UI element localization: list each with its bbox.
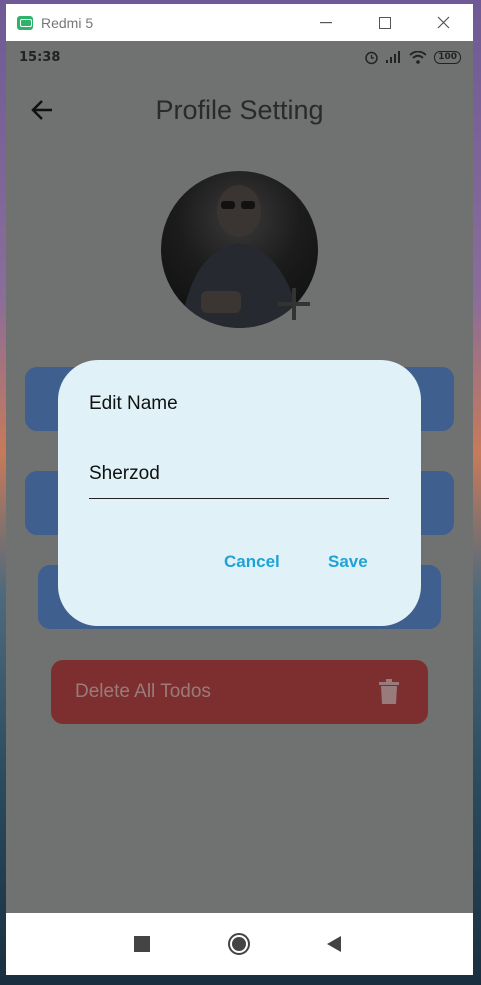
trash-icon: [379, 679, 399, 704]
window-titlebar: Redmi 5: [6, 4, 473, 41]
name-input[interactable]: [89, 450, 389, 499]
add-photo-plus-icon[interactable]: [276, 286, 312, 322]
status-time: 15:38: [19, 49, 61, 65]
close-icon: [437, 16, 449, 29]
maximize-button[interactable]: [362, 4, 408, 41]
alarm-icon: [365, 51, 378, 64]
wifi-icon: [409, 50, 427, 64]
page-title: Profile Setting: [155, 95, 324, 125]
close-button[interactable]: [420, 4, 466, 41]
battery-indicator: 100: [434, 50, 461, 64]
home-button[interactable]: [225, 930, 253, 958]
cancel-button[interactable]: Cancel: [224, 552, 280, 572]
status-bar: 15:38 100: [6, 41, 473, 73]
recents-button[interactable]: [128, 930, 156, 958]
navigation-bar: [6, 913, 473, 975]
signal-icon: [386, 51, 401, 63]
delete-all-todos-button[interactable]: Delete All Todos: [51, 660, 428, 724]
edit-name-dialog: Edit Name Cancel Save: [58, 360, 421, 626]
minimize-button[interactable]: [303, 4, 349, 41]
save-button[interactable]: Save: [328, 552, 368, 572]
window-title: Redmi 5: [41, 14, 94, 31]
minimize-icon: [320, 21, 332, 23]
emulator-logo-icon: [17, 15, 33, 30]
delete-all-todos-label: Delete All Todos: [75, 681, 211, 702]
circle-icon: [228, 933, 250, 955]
maximize-icon: [379, 16, 391, 29]
triangle-icon: [327, 936, 341, 952]
square-icon: [134, 936, 150, 952]
dialog-title: Edit Name: [89, 393, 178, 414]
back-button[interactable]: [320, 930, 348, 958]
app-bar: Profile Setting: [6, 85, 473, 135]
phone-screen: 15:38 100 Profile Setting Delete All Tod…: [6, 41, 473, 913]
